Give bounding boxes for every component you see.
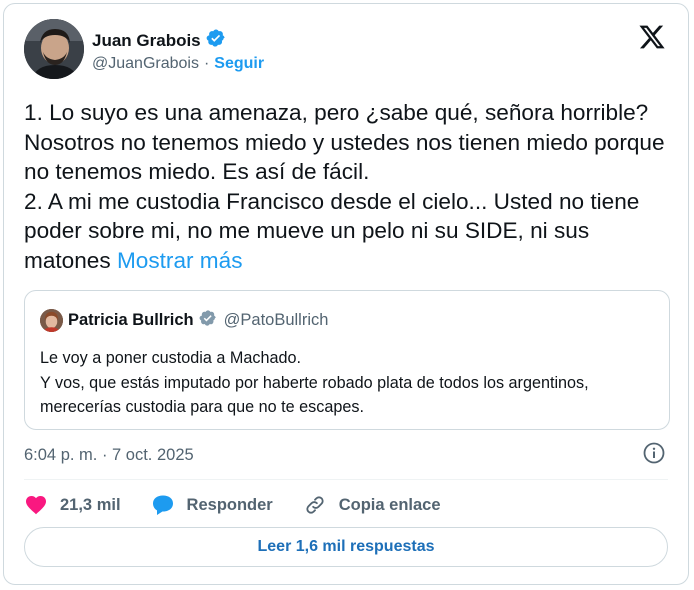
divider [24, 479, 668, 480]
tweet-text: 1. Lo suyo es una amenaza, pero ¿sabe qu… [24, 98, 674, 275]
tweet-text-line: 1. Lo suyo es una amenaza, pero ¿sabe qu… [24, 100, 665, 184]
quoted-text-line: Le voy a poner custodia a Machado. [40, 349, 301, 367]
info-icon[interactable] [642, 441, 666, 465]
quoted-tweet[interactable]: Patricia Bullrich @PatoBullrich Le voy a… [24, 290, 670, 430]
author-avatar[interactable] [24, 19, 84, 79]
author-handle[interactable]: @JuanGrabois [92, 55, 199, 73]
reply-label: Responder [186, 495, 273, 514]
like-button[interactable]: 21,3 mil [24, 493, 121, 517]
heart-icon [24, 493, 48, 517]
copy-link-button[interactable]: Copia enlace [303, 493, 441, 517]
quoted-text: Le voy a poner custodia a Machado. Y vos… [40, 346, 650, 420]
quoted-author-handle: @PatoBullrich [223, 311, 329, 329]
author-name[interactable]: Juan Grabois [92, 31, 201, 51]
tweet-text-line: 2. A mi me custodia Francisco desde el c… [24, 187, 674, 276]
tweet-card: Juan Grabois @JuanGrabois · Seguir 1. Lo… [3, 3, 689, 585]
quoted-header: Patricia Bullrich @PatoBullrich [40, 309, 328, 332]
link-icon [303, 493, 327, 517]
author-name-row: Juan Grabois [92, 28, 226, 53]
like-count: 21,3 mil [60, 495, 121, 514]
quoted-text-line: Y vos, que estás imputado por haberte ro… [40, 373, 589, 417]
separator-dot: · [203, 55, 210, 72]
quoted-avatar [40, 309, 63, 332]
tweet-timestamp[interactable]: 6:04 p. m. · 7 oct. 2025 [24, 446, 194, 465]
x-logo-icon[interactable] [638, 23, 666, 51]
verified-badge-icon [199, 309, 217, 332]
verified-badge-icon [206, 28, 226, 53]
copy-link-label: Copia enlace [338, 495, 441, 514]
reply-bubble-icon [151, 493, 175, 517]
read-replies-button[interactable]: Leer 1,6 mil respuestas [24, 527, 668, 567]
show-more-link[interactable]: Mostrar más [117, 248, 243, 273]
author-handle-row: @JuanGrabois · Seguir [92, 55, 264, 73]
reply-button[interactable]: Responder [151, 493, 273, 517]
quoted-author-name: Patricia Bullrich [68, 311, 194, 329]
follow-button[interactable]: Seguir [214, 55, 264, 73]
action-bar: 21,3 mil Responder Copia enlace [24, 490, 471, 520]
